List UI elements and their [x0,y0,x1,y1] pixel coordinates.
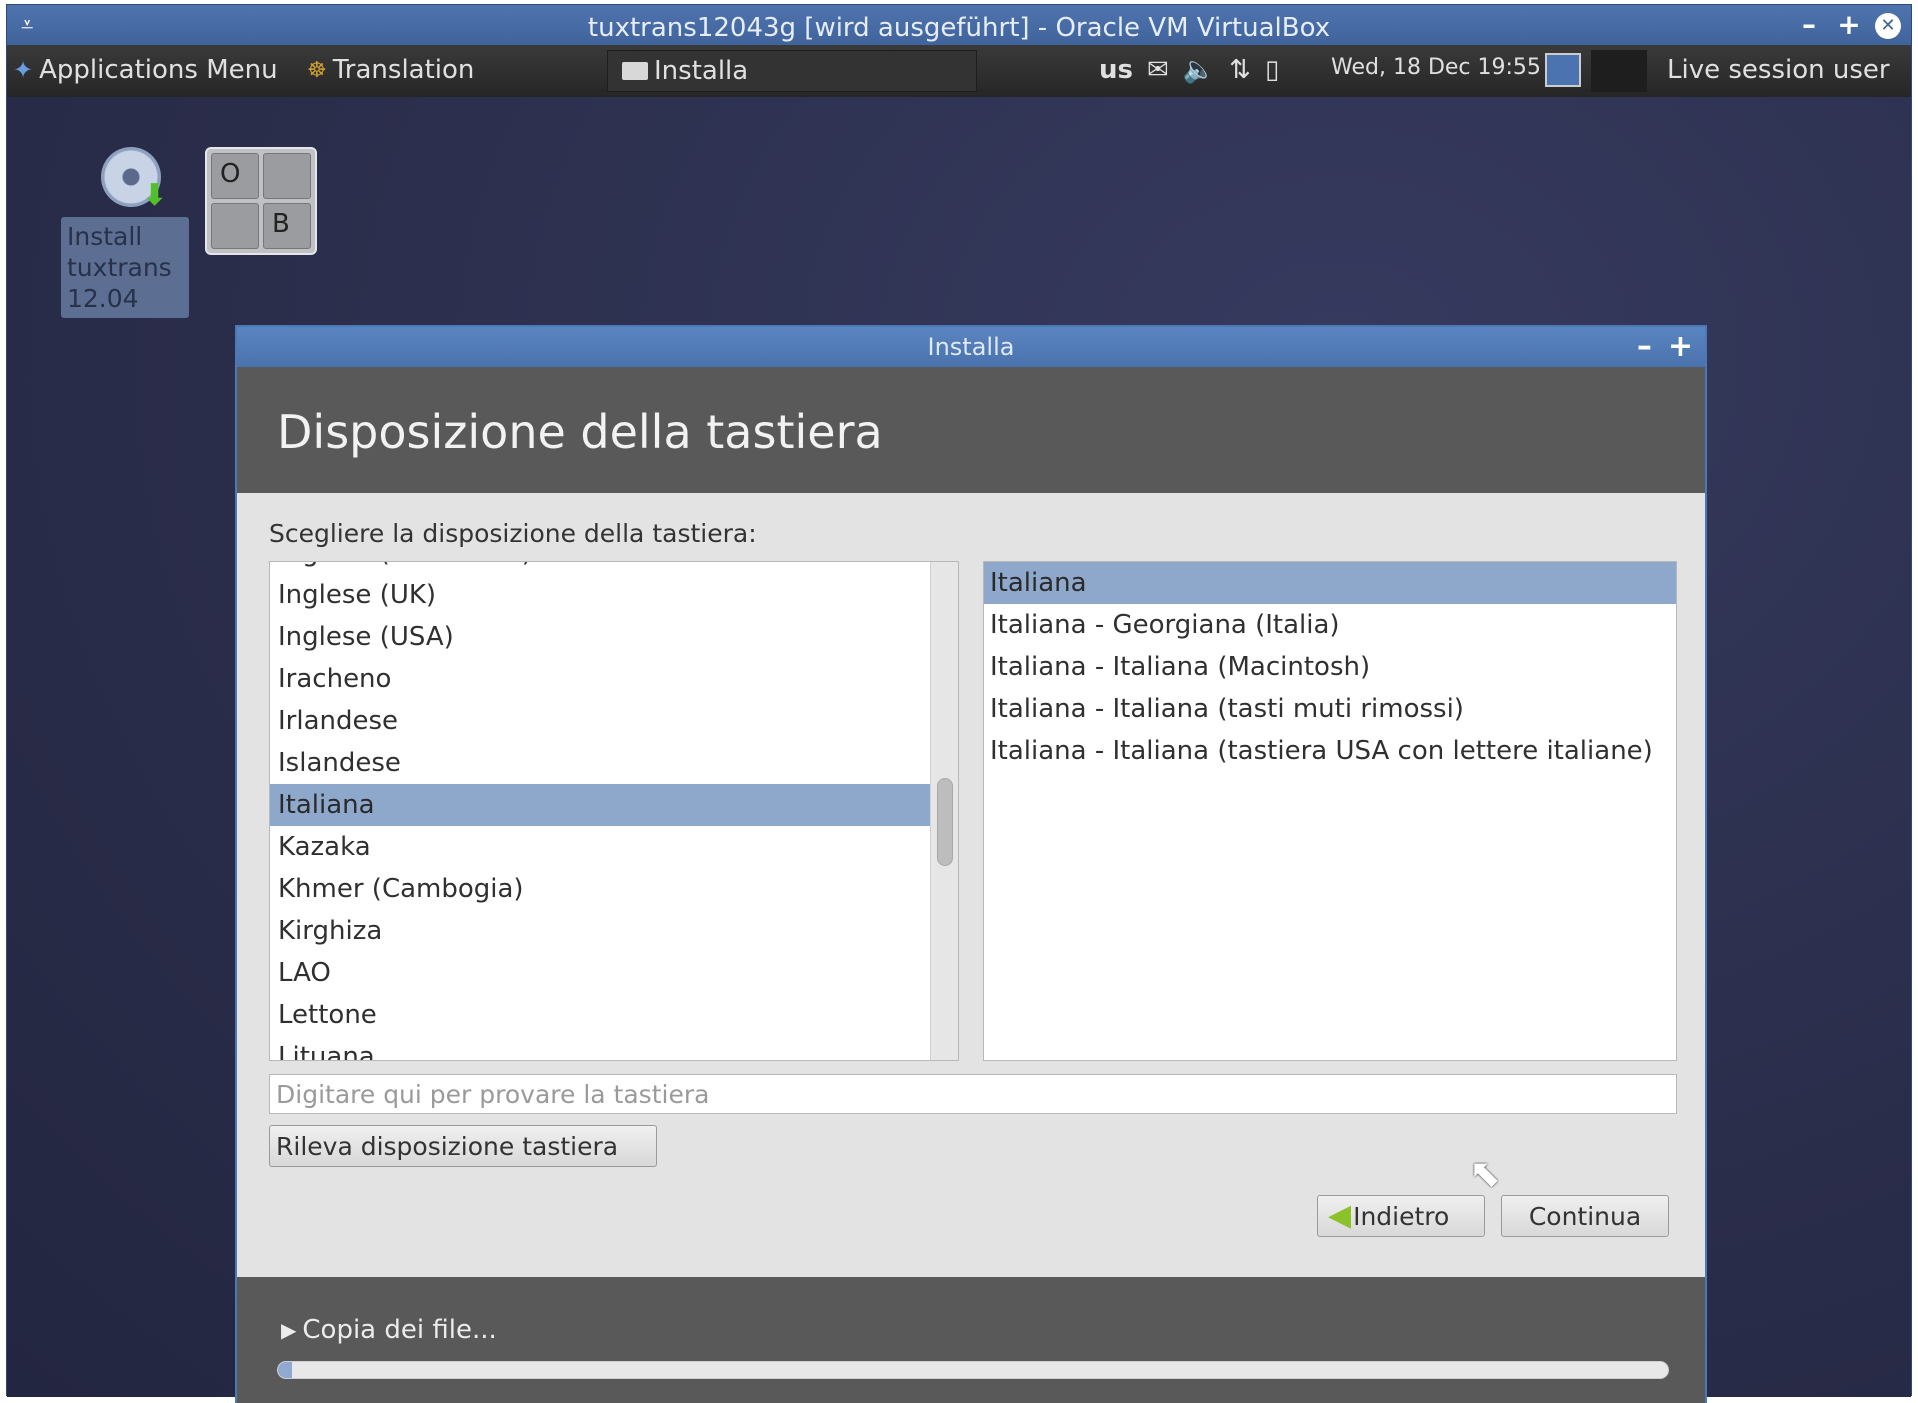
layout-item[interactable]: Khmer (Cambogia) [270,868,932,910]
layout-item[interactable]: Islandese [270,742,932,784]
installer-header: Disposizione della tastiera [237,367,1705,493]
keyboard-test-input[interactable] [269,1074,1677,1114]
page-title: Disposizione della tastiera [277,405,883,459]
show-desktop-button[interactable] [1545,53,1581,87]
installer-title: Installa [927,333,1015,361]
virtualbox-title: tuxtrans12043g [wird ausgeführt] - Oracl… [587,13,1331,43]
continue-button[interactable]: Continua [1501,1195,1669,1237]
network-icon[interactable]: ⇅ [1229,55,1251,85]
translation-menu-label: Translation [332,55,475,85]
keyboard-layout-list: Inglese (Sud Africa) Inglese (UK) Ingles… [269,561,959,1061]
workspace-4[interactable]: B [263,203,311,249]
workspace-1[interactable]: O [211,153,259,199]
layout-item[interactable]: Inglese (Sud Africa) [270,562,932,574]
install-icon-label: Install tuxtrans 12.04 [61,217,189,318]
panel-empty-slot [1591,50,1647,92]
variant-item[interactable]: Italiana - Italiana (tasti muti rimossi) [984,688,1676,730]
variant-item-selected[interactable]: Italiana [984,562,1676,604]
variant-item[interactable]: Italiana - Italiana (tastiera USA con le… [984,730,1676,772]
install-desktop-icon[interactable]: ⬇ Install tuxtrans 12.04 [61,147,197,318]
back-button-label: Indietro [1353,1201,1450,1231]
installer-minimize-button[interactable]: – [1637,329,1652,364]
layout-item[interactable]: Lituana [270,1036,932,1060]
mouse-pointer-icon: ⬉ [1469,1151,1501,1195]
clock[interactable]: Wed, 18 Dec 19:55 [1331,55,1541,80]
minimize-button[interactable]: – [1795,11,1823,39]
layout-item[interactable]: Inglese (UK) [270,574,932,616]
layout-item[interactable]: Kazaka [270,826,932,868]
back-arrow-icon: ◀ [1328,1198,1352,1233]
guest-top-panel: ✦ Applications Menu ☸ Translation Instal… [7,45,1911,97]
session-user-menu[interactable]: Live session user [1667,55,1890,85]
layout-item-selected[interactable]: Italiana [270,784,932,826]
desktop: ⬇ Install tuxtrans 12.04 O B Installa – … [7,97,1911,1403]
layout-item[interactable]: Inglese (USA) [270,616,932,658]
taskbar-item-label: Installa [654,56,749,86]
close-button[interactable]: ✕ [1875,13,1901,39]
back-button[interactable]: ◀ Indietro [1317,1195,1485,1237]
installer-maximize-button[interactable]: + [1668,329,1693,364]
progress-fill [278,1362,292,1378]
window-icon [622,62,648,80]
detect-layout-button[interactable]: Rileva disposizione tastiera [269,1125,657,1167]
taskbar-item-installa[interactable]: Installa [607,50,977,92]
scrollbar-thumb[interactable] [937,778,953,866]
workspace-2[interactable] [263,153,311,199]
layout-item[interactable]: Kirghiza [270,910,932,952]
translation-icon: ☸ [307,57,327,83]
layout-list-scrollbar[interactable] [930,562,958,1060]
virtualbox-window: ⩡ tuxtrans12043g [wird ausgeführt] - Ora… [6,4,1912,1403]
layout-item[interactable]: Irlandese [270,700,932,742]
variant-item[interactable]: Italiana - Italiana (Macintosh) [984,646,1676,688]
keyboard-variant-list: Italiana Italiana - Georgiana (Italia) I… [983,561,1677,1061]
expander-arrow-icon: ▶ [281,1318,297,1342]
layout-prompt: Scegliere la disposizione della tastiera… [269,519,757,548]
applications-menu-label: Applications Menu [39,55,278,85]
copy-progress-bar [277,1361,1669,1379]
system-tray: us ✉ 🔈 ⇅ ▯ [1099,55,1279,85]
progress-expander[interactable]: ▶ Copia dei file... [281,1315,497,1345]
layout-item[interactable]: Lettone [270,994,932,1036]
installer-titlebar: Installa – + [237,327,1705,367]
translation-menu-button[interactable]: ☸ Translation [307,55,474,85]
mail-icon[interactable]: ✉ [1147,55,1169,85]
virtualbox-titlebar: ⩡ tuxtrans12043g [wird ausgeführt] - Ora… [7,5,1911,45]
workspace-3[interactable] [211,203,259,249]
keyboard-layout-indicator[interactable]: us [1099,55,1133,85]
layout-item[interactable]: LAO [270,952,932,994]
volume-icon[interactable]: 🔈 [1183,55,1215,85]
mouse-logo-icon: ✦ [13,56,34,84]
variant-item[interactable]: Italiana - Georgiana (Italia) [984,604,1676,646]
layout-item[interactable]: Iracheno [270,658,932,700]
installer-footer: ▶ Copia dei file... [237,1277,1705,1403]
applications-menu-button[interactable]: ✦ Applications Menu [13,55,278,85]
workspace-pager: O B [205,147,317,255]
battery-icon[interactable]: ▯ [1265,55,1279,85]
maximize-button[interactable]: + [1835,11,1863,39]
install-disc-icon: ⬇ [101,147,167,213]
installer-dialog: Installa – + Disposizione della tastiera… [235,325,1707,1403]
progress-label-text: Copia dei file... [302,1315,497,1345]
